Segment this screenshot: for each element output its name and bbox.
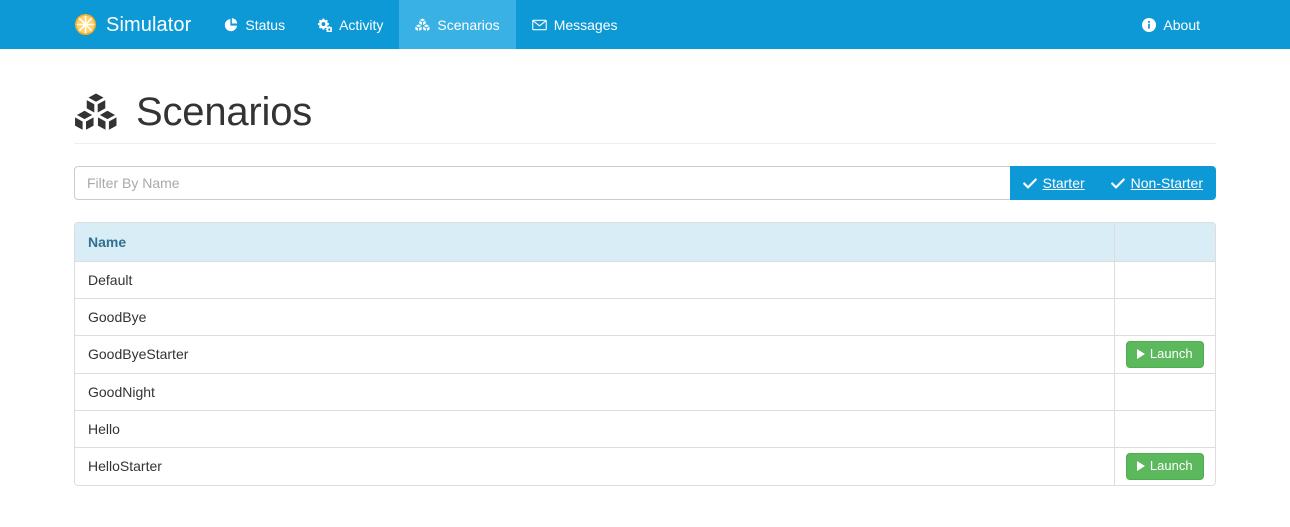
nav-item-label: Messages <box>554 17 618 33</box>
table-header-row: Name <box>75 223 1215 262</box>
table-row: GoodByeStarter Launch <box>75 336 1215 374</box>
brand-logo-link[interactable]: Simulator <box>74 0 207 49</box>
orange-slice-icon <box>74 13 97 36</box>
scenario-name-cell: GoodBye <box>75 299 1114 336</box>
starter-filter-label: Starter <box>1043 175 1085 191</box>
nav-item-messages[interactable]: Messages <box>516 0 634 49</box>
nav-item-label: Scenarios <box>437 17 499 33</box>
scenario-action-cell <box>1114 262 1215 299</box>
page-header: Scenarios <box>74 49 1216 144</box>
scenario-name-cell: GoodNight <box>75 373 1114 410</box>
scenario-action-cell: Launch <box>1114 447 1215 484</box>
table-body: DefaultGoodByeGoodByeStarter Launch GoodNi… <box>75 262 1215 485</box>
main-container: Scenarios Starter Non-Starter <box>74 49 1216 486</box>
scenario-action-cell: Launch <box>1114 336 1215 374</box>
launch-button[interactable]: Launch <box>1126 453 1204 480</box>
envelope-icon <box>532 17 547 32</box>
pie-chart-icon <box>223 17 238 32</box>
info-circle-icon <box>1141 17 1156 32</box>
non-starter-filter-label: Non-Starter <box>1131 175 1203 191</box>
nav-item-activity[interactable]: Activity <box>301 0 399 49</box>
column-header-name[interactable]: Name <box>75 223 1114 262</box>
cogs-icon <box>317 17 332 32</box>
play-icon <box>1137 349 1145 359</box>
starter-filter-button[interactable]: Starter <box>1010 166 1098 200</box>
filter-bar: Starter Non-Starter <box>74 166 1216 200</box>
navbar-left-group: Simulator Status Activity <box>74 0 634 49</box>
nav-item-scenarios[interactable]: Scenarios <box>399 0 515 49</box>
nav-item-label: About <box>1163 17 1200 33</box>
nav-item-label: Activity <box>339 17 383 33</box>
navbar-right-group: About <box>1125 0 1216 49</box>
table-row: Hello <box>75 410 1215 447</box>
table-row: HelloStarter Launch <box>75 447 1215 484</box>
table-row: GoodNight <box>75 373 1215 410</box>
filter-button-group: Starter Non-Starter <box>1010 166 1216 200</box>
nav-item-status[interactable]: Status <box>207 0 301 49</box>
cubes-icon <box>415 17 430 32</box>
column-header-action <box>1114 223 1215 262</box>
scenario-name-cell: HelloStarter <box>75 447 1114 484</box>
cubes-icon <box>74 92 118 132</box>
nav-item-label: Status <box>245 17 285 33</box>
scenarios-table-container: Name DefaultGoodByeGoodByeStarterLaunchG… <box>74 222 1216 486</box>
filter-by-name-input[interactable] <box>74 166 1010 200</box>
top-navbar: Simulator Status Activity <box>0 0 1290 49</box>
brand-label: Simulator <box>106 15 191 35</box>
page-title: Scenarios <box>136 90 312 134</box>
table-head: Name <box>75 223 1215 262</box>
scenario-action-cell <box>1114 299 1215 336</box>
scenario-name-cell: Hello <box>75 410 1114 447</box>
scenario-name-cell: GoodByeStarter <box>75 336 1114 374</box>
launch-button-label: Launch <box>1150 346 1193 363</box>
scenario-name-cell: Default <box>75 262 1114 299</box>
check-icon <box>1111 178 1125 189</box>
scenario-action-cell <box>1114 410 1215 447</box>
non-starter-filter-button[interactable]: Non-Starter <box>1098 166 1216 200</box>
launch-button[interactable]: Launch <box>1126 341 1204 368</box>
launch-button-label: Launch <box>1150 458 1193 475</box>
nav-item-about[interactable]: About <box>1125 0 1216 49</box>
table-row: Default <box>75 262 1215 299</box>
check-icon <box>1023 178 1037 189</box>
scenario-action-cell <box>1114 373 1215 410</box>
table-row: GoodBye <box>75 299 1215 336</box>
play-icon <box>1137 461 1145 471</box>
scenarios-table: Name DefaultGoodByeGoodByeStarterLaunchG… <box>75 223 1215 485</box>
